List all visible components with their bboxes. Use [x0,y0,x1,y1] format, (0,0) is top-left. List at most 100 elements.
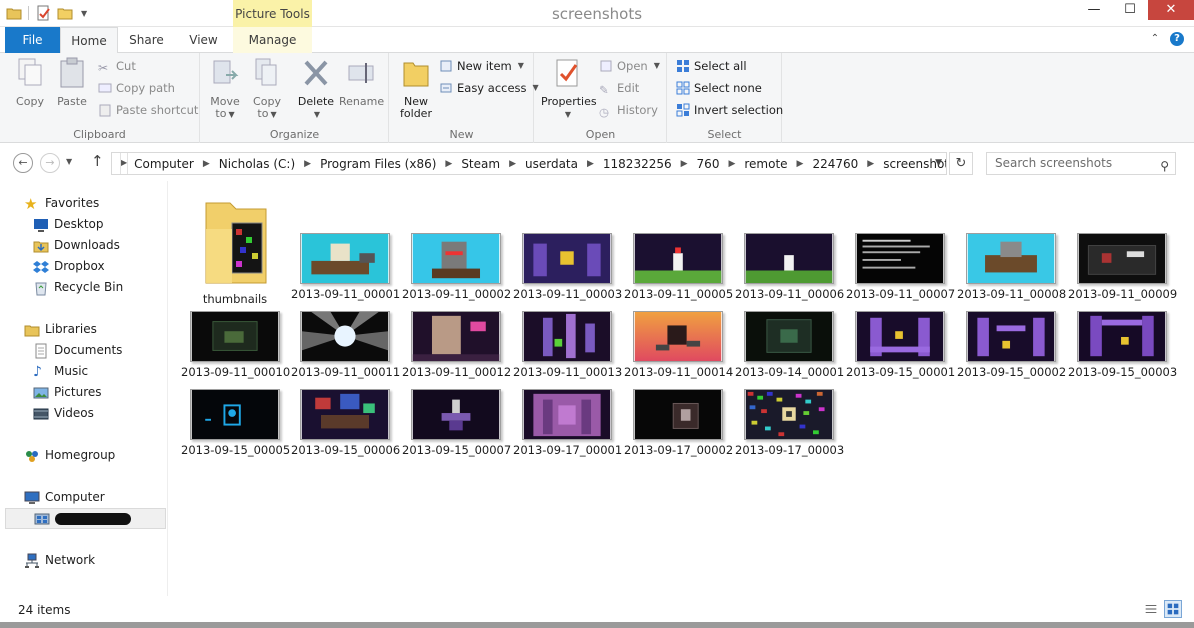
file-item[interactable]: 2013-09-15_00001 [846,311,955,379]
nav-documents[interactable]: Documents [0,340,122,361]
rename-button[interactable]: Rename [339,57,384,108]
breadcrumb-app-id[interactable]: 224760 [806,157,864,171]
file-item[interactable]: 2013-09-15_00003 [1068,311,1177,379]
nav-desktop[interactable]: Desktop [0,214,104,235]
open-button[interactable]: Open ▼ [599,57,660,75]
easy-access-button[interactable]: Easy access ▼ [439,79,539,97]
nav-libraries[interactable]: Libraries [0,319,97,340]
file-item[interactable]: 2013-09-11_00005 [624,233,733,301]
file-item[interactable]: 2013-09-11_00007 [846,233,955,301]
copy-path-button[interactable]: Copy path [98,79,175,97]
breadcrumb-computer[interactable]: Computer [128,157,200,171]
address-bar[interactable]: ▶ Computer ▶ Nicholas (C:) ▶ Program Fil… [111,152,947,175]
file-item[interactable]: 2013-09-11_00011 [291,311,400,379]
file-item[interactable]: 2013-09-11_00012 [402,311,512,379]
close-icon[interactable]: ✕ [1148,0,1194,20]
delete-button[interactable]: Delete ▼ [296,57,336,121]
chevron-right-icon[interactable]: ▶ [200,159,213,169]
cut-button[interactable]: ✂ Cut [98,57,136,75]
collapse-ribbon-icon[interactable]: ⌃ [1148,32,1162,46]
chevron-right-icon[interactable]: ▶ [301,159,314,169]
chevron-right-icon[interactable]: ▶ [442,159,455,169]
search-icon[interactable]: ⚲ [1160,156,1169,177]
breadcrumb-steam[interactable]: Steam [455,157,506,171]
invert-selection-button[interactable]: Invert selection [676,101,783,119]
nav-drive-redacted[interactable] [5,508,166,529]
file-item[interactable]: 2013-09-11_00014 [624,311,733,379]
open-group-label: Open [585,128,616,141]
search-input[interactable]: Search screenshots ⚲ [986,152,1176,175]
back-button[interactable]: ← [13,153,33,173]
nav-favorites[interactable]: ★ Favorites [0,193,99,214]
nav-network[interactable]: Network [0,550,95,571]
file-item[interactable]: 2013-09-17_00002 [624,389,733,457]
crumb-root-arrow-icon[interactable]: ▶ [120,153,129,174]
file-item[interactable]: 2013-09-11_00013 [513,311,622,379]
file-item[interactable]: 2013-09-11_00008 [957,233,1066,301]
nav-homegroup[interactable]: Homegroup [0,445,115,466]
nav-pictures[interactable]: Pictures [0,382,102,403]
edit-button[interactable]: ✎ Edit [599,79,639,97]
file-item[interactable]: 2013-09-15_00006 [291,389,400,457]
new-folder-icon [403,62,429,87]
file-item[interactable]: 2013-09-17_00003 [735,389,844,457]
forward-button[interactable]: → [40,153,60,173]
file-item[interactable]: 2013-09-11_00006 [735,233,844,301]
nav-dropbox[interactable]: Dropbox [0,256,105,277]
breadcrumb-user-id[interactable]: 118232256 [597,157,678,171]
help-icon[interactable]: ? [1170,32,1184,46]
tab-manage[interactable]: Manage [233,27,312,53]
up-arrow-icon[interactable]: ↑ [91,152,104,170]
paste-shortcut-button[interactable]: Paste shortcut [98,101,198,119]
tab-file[interactable]: File [5,27,60,53]
file-item[interactable]: 2013-09-14_00001 [735,311,844,379]
file-item[interactable]: 2013-09-15_00007 [402,389,511,457]
file-item[interactable]: 2013-09-17_00001 [513,389,622,457]
nav-recycle-bin[interactable]: Recycle Bin [0,277,123,298]
file-item[interactable]: 2013-09-11_00001 [291,233,400,301]
move-to-button[interactable]: Move to ▼ [205,57,245,121]
chevron-right-icon[interactable]: ▶ [678,159,691,169]
tab-share[interactable]: Share [118,27,175,53]
tab-view[interactable]: View [175,27,232,53]
breadcrumb-drive[interactable]: Nicholas (C:) [213,157,301,171]
details-view-icon[interactable] [1142,600,1160,618]
maximize-icon[interactable]: ☐ [1112,0,1148,20]
history-button[interactable]: ◷ History [599,101,658,119]
chevron-right-icon[interactable]: ▶ [506,159,519,169]
new-item-button[interactable]: New item ▼ [439,57,524,75]
file-item[interactable]: 2013-09-15_00002 [957,311,1066,379]
minimize-icon[interactable]: — [1076,0,1112,20]
select-all-button[interactable]: Select all [676,57,747,75]
file-item[interactable]: 2013-09-11_00003 [513,233,622,301]
refresh-icon[interactable]: ↻ [949,152,973,175]
file-item[interactable]: 2013-09-11_00009 [1068,233,1177,301]
chevron-right-icon[interactable]: ▶ [794,159,807,169]
chevron-right-icon[interactable]: ▶ [725,159,738,169]
nav-music[interactable]: ♪ Music [0,361,88,382]
properties-button[interactable]: Properties ▼ [541,57,597,121]
folder-item[interactable]: thumbnails [181,189,289,306]
new-folder-button[interactable]: New folder [396,57,436,120]
breadcrumb-program-files[interactable]: Program Files (x86) [314,157,442,171]
chevron-down-icon[interactable]: ▼ [935,158,942,168]
chevron-right-icon[interactable]: ▶ [584,159,597,169]
select-none-button[interactable]: Select none [676,79,762,97]
copy-to-button[interactable]: Copy to ▼ [247,57,287,121]
breadcrumb-760[interactable]: 760 [691,157,726,171]
file-item-label: 2013-09-11_00012 [402,365,512,379]
copy-button[interactable]: Copy [10,57,50,108]
file-item[interactable]: 2013-09-15_00005 [181,389,290,457]
paste-button[interactable]: Paste [52,57,92,108]
nav-downloads[interactable]: Downloads [0,235,120,256]
nav-computer[interactable]: Computer [0,487,105,508]
large-icons-view-icon[interactable] [1164,600,1182,618]
recent-locations-icon[interactable]: ▼ [66,157,72,166]
breadcrumb-remote[interactable]: remote [738,157,793,171]
tab-home[interactable]: Home [60,27,118,54]
nav-videos[interactable]: Videos [0,403,94,424]
chevron-right-icon[interactable]: ▶ [864,159,877,169]
file-item[interactable]: 2013-09-11_00002 [402,233,511,301]
breadcrumb-userdata[interactable]: userdata [519,157,584,171]
file-item[interactable]: 2013-09-11_00010 [181,311,290,379]
